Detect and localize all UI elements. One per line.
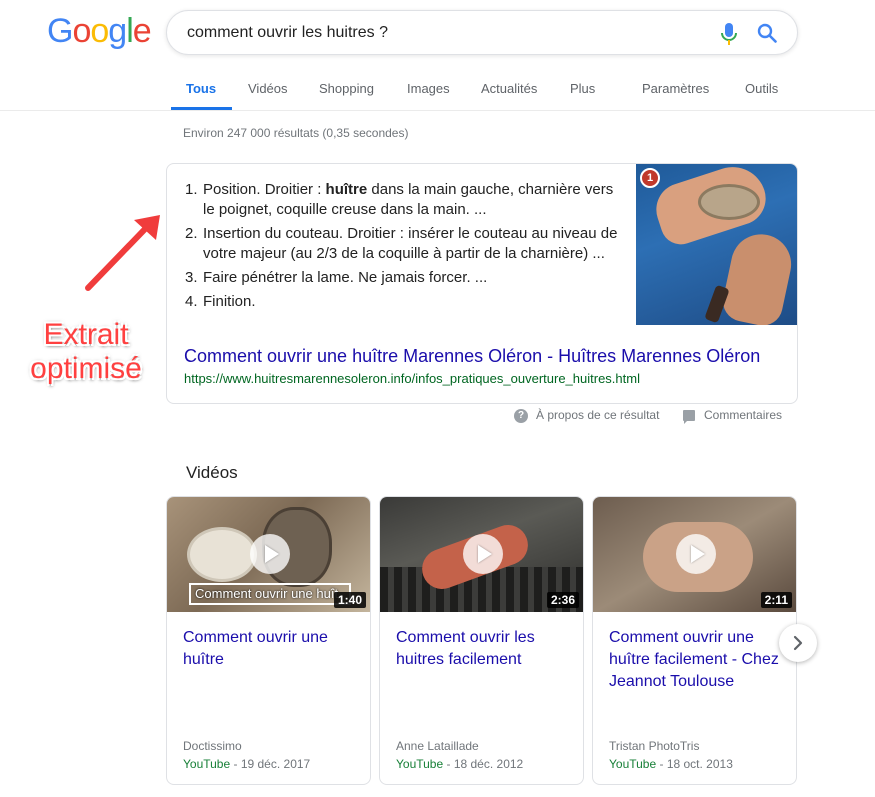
video-date: - 18 oct. 2013: [656, 757, 733, 771]
video-thumbnail[interactable]: 2:36: [380, 497, 583, 612]
search-tabs: Tous Vidéos Shopping Images Actualités P…: [0, 70, 875, 111]
annotation-line: Extrait: [43, 318, 129, 351]
video-title-link[interactable]: Comment ouvrir une huître facilement - C…: [609, 627, 787, 693]
step-number: 4.: [185, 293, 198, 310]
arrow-icon: [82, 210, 164, 294]
snippet-step: 4. Finition.: [185, 292, 625, 312]
video-duration: 2:36: [546, 592, 579, 608]
logo-letter: o: [72, 12, 91, 50]
snippet-title-link[interactable]: Comment ouvrir une huître Marennes Oléro…: [184, 346, 760, 367]
feedback-link[interactable]: Commentaires: [704, 408, 782, 422]
video-card[interactable]: Comment ouvrir une huît 1:40 Comment ouv…: [166, 496, 371, 785]
video-source: YouTube: [396, 757, 444, 771]
video-date: - 19 déc. 2017: [230, 757, 311, 771]
featured-snippet: 1. Position. Droitier : huître dans la m…: [166, 163, 798, 404]
snippet-image[interactable]: 1: [636, 164, 797, 325]
step-text-bold: huître: [325, 181, 368, 198]
logo-letter: G: [47, 12, 73, 50]
video-card[interactable]: 2:11 Comment ouvrir une huître facilemen…: [592, 496, 797, 785]
tab-tous[interactable]: Tous: [186, 81, 216, 96]
snippet-step: 3. Faire pénétrer la lame. Ne jamais for…: [185, 268, 625, 288]
video-duration: 2:11: [760, 592, 792, 608]
search-icon[interactable]: [757, 23, 777, 43]
tab-shopping[interactable]: Shopping: [319, 81, 374, 96]
play-icon[interactable]: [463, 534, 503, 574]
snippet-url: https://www.huitresmarennesoleron.info/i…: [184, 371, 640, 386]
microphone-icon[interactable]: [721, 22, 737, 46]
active-tab-indicator: [171, 107, 232, 110]
help-icon[interactable]: ?: [514, 409, 528, 423]
video-meta: YouTube - 19 déc. 2017: [183, 757, 310, 771]
play-icon[interactable]: [250, 534, 290, 574]
video-thumbnail[interactable]: 2:11: [593, 497, 796, 612]
annotation-line: optimisé: [30, 352, 142, 385]
video-source: YouTube: [609, 757, 657, 771]
oyster-shape: [698, 184, 760, 220]
about-result-link[interactable]: À propos de ce résultat: [536, 408, 659, 422]
video-title-link[interactable]: Comment ouvrir une huître: [183, 627, 361, 671]
video-date: - 18 déc. 2012: [443, 757, 524, 771]
logo-letter: o: [90, 12, 109, 50]
snippet-step: 2. Insertion du couteau. Droitier : insé…: [185, 224, 625, 264]
tab-images[interactable]: Images: [407, 81, 450, 96]
video-source: YouTube: [183, 757, 231, 771]
video-channel: Tristan PhotoTris: [609, 739, 700, 753]
oyster-shape: [187, 527, 257, 582]
chevron-right-icon: [793, 635, 803, 651]
video-meta: YouTube - 18 oct. 2013: [609, 757, 733, 771]
tab-actualites[interactable]: Actualités: [481, 81, 537, 96]
logo-letter: e: [132, 12, 152, 50]
video-thumbnail[interactable]: Comment ouvrir une huît 1:40: [167, 497, 370, 612]
tab-parametres[interactable]: Paramètres: [642, 81, 709, 96]
step-text: Finition.: [203, 293, 256, 310]
snippet-step: 1. Position. Droitier : huître dans la m…: [185, 180, 625, 220]
tab-plus[interactable]: Plus: [570, 81, 595, 96]
search-box[interactable]: comment ouvrir les huitres ?: [166, 10, 798, 55]
play-icon[interactable]: [676, 534, 716, 574]
result-stats: Environ 247 000 résultats (0,35 secondes…: [183, 126, 409, 140]
video-duration: 1:40: [333, 592, 366, 608]
feedback-icon[interactable]: [683, 410, 695, 424]
tab-videos[interactable]: Vidéos: [248, 81, 288, 96]
step-text: Insertion du couteau. Droitier : insérer…: [203, 225, 618, 262]
video-meta: YouTube - 18 déc. 2012: [396, 757, 523, 771]
tab-outils[interactable]: Outils: [745, 81, 778, 96]
thumbnail-caption: Comment ouvrir une huît: [189, 583, 351, 605]
step-text-part: Position. Droitier :: [203, 181, 326, 198]
video-title-link[interactable]: Comment ouvrir les huitres facilement: [396, 627, 574, 671]
carousel-next-button[interactable]: [779, 624, 817, 662]
hand-shape: [719, 228, 797, 325]
videos-heading: Vidéos: [186, 463, 238, 482]
step-number: 2.: [185, 225, 198, 242]
google-logo[interactable]: Google: [47, 12, 152, 51]
video-channel: Doctissimo: [183, 739, 242, 753]
step-number: 3.: [185, 269, 198, 286]
logo-letter: g: [108, 12, 127, 50]
video-card[interactable]: 2:36 Comment ouvrir les huitres facileme…: [379, 496, 584, 785]
step-text: Position. Droitier : huître dans la main…: [203, 180, 625, 220]
step-number: 1.: [185, 181, 198, 198]
search-input[interactable]: comment ouvrir les huitres ?: [187, 24, 388, 42]
step-badge: 1: [640, 168, 660, 188]
snippet-steps: 1. Position. Droitier : huître dans la m…: [185, 180, 625, 316]
annotation-label: Extrait optimisé: [22, 318, 150, 386]
video-channel: Anne Lataillade: [396, 739, 479, 753]
step-text: Faire pénétrer la lame. Ne jamais forcer…: [203, 269, 488, 286]
